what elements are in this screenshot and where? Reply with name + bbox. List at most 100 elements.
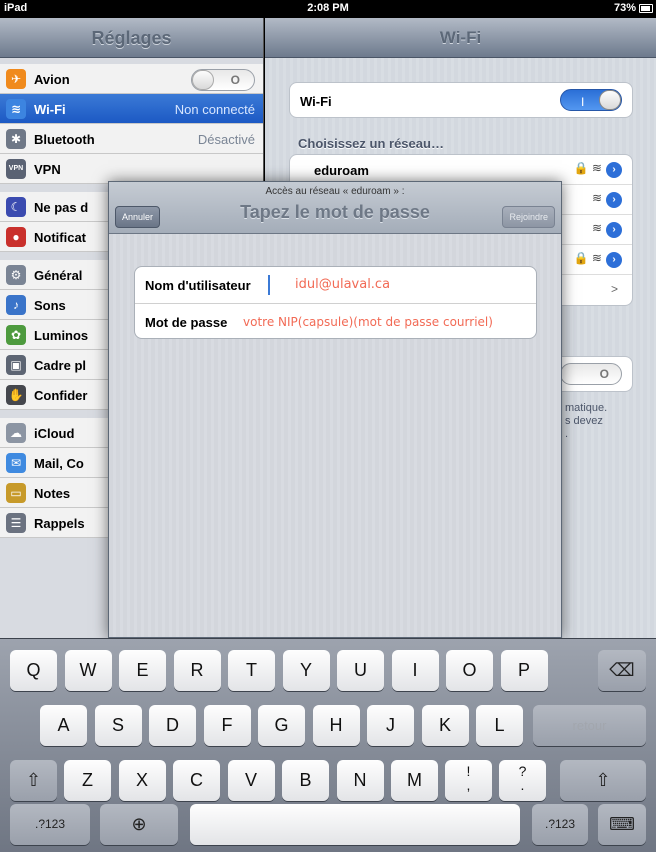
key-i[interactable]: I [391,650,439,691]
sidebar-item-airplane[interactable]: ✈ Avion O [0,64,263,94]
sidebar-item-label: Luminos [34,328,89,343]
key-e[interactable]: E [119,650,166,691]
onscreen-keyboard: Q W E R T Y U I O P ⌫ A S D F G H J K Lretour ⇧ Z X C V B N M!,?. ⇧.… [0,638,656,852]
wifi-toggle[interactable]: I [560,89,622,111]
network-status-icons: ≋ › [592,191,622,208]
key-m[interactable]: M [391,760,438,801]
hide-keyboard-key[interactable]: ⌨ [598,804,646,845]
status-bar: iPad 2:08 PM 73% [0,0,656,18]
sidebar-item-label: Avion [34,72,70,87]
key-bottom-char: . [520,777,525,793]
numbers-key-right[interactable]: .?123 [532,804,588,845]
sidebar-item-label: Wi-Fi [34,102,66,117]
modal-title: Tapez le mot de passe [240,202,430,222]
network-status-icons: 🔒 ≋ › [574,161,622,178]
wifi-toggle-row: Wi-Fi I [289,82,633,118]
key-u[interactable]: U [337,650,384,691]
dnd-icon: ☾ [6,197,26,217]
join-button[interactable]: Rejoindre [502,206,555,228]
globe-key[interactable]: ⊕ [100,804,178,845]
key-w[interactable]: W [64,650,112,691]
sidebar-item-label: Sons [34,298,66,313]
sidebar-item-label: Rappels [34,516,85,531]
key-k[interactable]: K [421,705,469,746]
toggle-knob [192,70,214,90]
sidebar-item-vpn[interactable]: VPN VPN [0,154,263,184]
sidebar-item-bluetooth[interactable]: ✱ Bluetooth Désactivé [0,124,263,154]
password-field[interactable]: Mot de passe votre NIP(capsule)(mot de p… [135,303,536,339]
key-s[interactable]: S [94,705,142,746]
clock: 2:08 PM [307,2,349,14]
key-question-period[interactable]: ?. [499,760,546,801]
return-key[interactable]: retour [533,705,646,746]
key-exclamation-comma[interactable]: !, [445,760,492,801]
airplane-mode-toggle[interactable]: O [191,69,255,91]
network-info-icon[interactable]: › [606,222,622,238]
footnote-line: s devez [565,415,603,427]
key-h[interactable]: H [312,705,360,746]
key-bottom-char: , [466,777,471,793]
sidebar-item-label: Notificat [34,230,86,245]
network-info-icon[interactable]: › [606,192,622,208]
cancel-button[interactable]: Annuler [115,206,161,228]
toggle-knob [599,90,621,110]
ask-to-join-footnote: matique. s devez . [565,402,655,441]
sidebar-item-label: Bluetooth [34,132,95,147]
key-c[interactable]: C [173,760,220,801]
sidebar-title: Réglages [0,18,263,58]
key-o[interactable]: O [446,650,493,691]
key-j[interactable]: J [367,705,414,746]
key-q[interactable]: Q [10,650,57,691]
key-v[interactable]: V [227,760,275,801]
shift-key-left[interactable]: ⇧ [10,760,57,801]
network-name: eduroam [314,163,369,178]
network-info-icon[interactable]: › [606,162,622,178]
key-d[interactable]: D [149,705,196,746]
username-field[interactable]: Nom d'utilisateur idul@ulaval.ca [135,267,536,303]
key-a[interactable]: A [40,705,87,746]
sidebar-item-value: Désactivé [197,132,255,147]
general-icon: ⚙ [6,265,26,285]
key-p[interactable]: P [500,650,548,691]
notifications-icon: ● [6,227,26,247]
key-g[interactable]: G [258,705,305,746]
key-y[interactable]: Y [282,650,330,691]
battery-percent: 73% [613,2,636,14]
sidebar-item-value: Non connecté [174,102,255,117]
notes-icon: ▭ [6,483,26,503]
modal-prompt: Accès au réseau « eduroam » : [265,186,405,197]
sidebar-item-label: VPN [34,162,61,177]
space-bar[interactable] [190,804,520,845]
sidebar-item-label: Notes [34,486,71,501]
ask-to-join-toggle[interactable]: O [560,363,622,385]
shift-key-right[interactable]: ⇧ [560,760,646,801]
footnote-line: . [565,428,569,440]
chevron-right-icon: > [610,282,618,296]
network-status-icons: ≋ › [592,221,622,238]
brightness-icon: ✿ [6,325,26,345]
username-hint: idul@ulaval.ca [295,277,391,292]
numbers-key-left[interactable]: .?123 [10,804,90,845]
sidebar-item-label: Confider [34,388,88,403]
wifi-label: Wi-Fi [300,94,332,109]
key-x[interactable]: X [118,760,166,801]
key-z[interactable]: Z [64,760,111,801]
network-info-icon[interactable]: › [606,252,622,268]
key-l[interactable]: L [476,705,523,746]
wifi-signal-icon: 🔒 ≋ [573,161,602,175]
sounds-icon: ♪ [6,295,26,315]
detail-title: Wi-Fi [265,18,656,58]
airplane-icon: ✈ [6,69,26,89]
password-hint: votre NIP(capsule)(mot de passe courriel… [243,315,493,329]
username-label: Nom d'utilisateur [145,278,251,293]
key-b[interactable]: B [282,760,329,801]
bluetooth-icon: ✱ [6,129,26,149]
key-r[interactable]: R [173,650,221,691]
sidebar-item-wifi[interactable]: ≋ Wi-Fi Non connecté [0,94,263,124]
mail-icon: ✉ [6,453,26,473]
delete-key[interactable]: ⌫ [598,650,646,691]
vpn-icon: VPN [6,159,26,179]
key-n[interactable]: N [336,760,384,801]
key-f[interactable]: F [203,705,251,746]
key-t[interactable]: T [228,650,275,691]
